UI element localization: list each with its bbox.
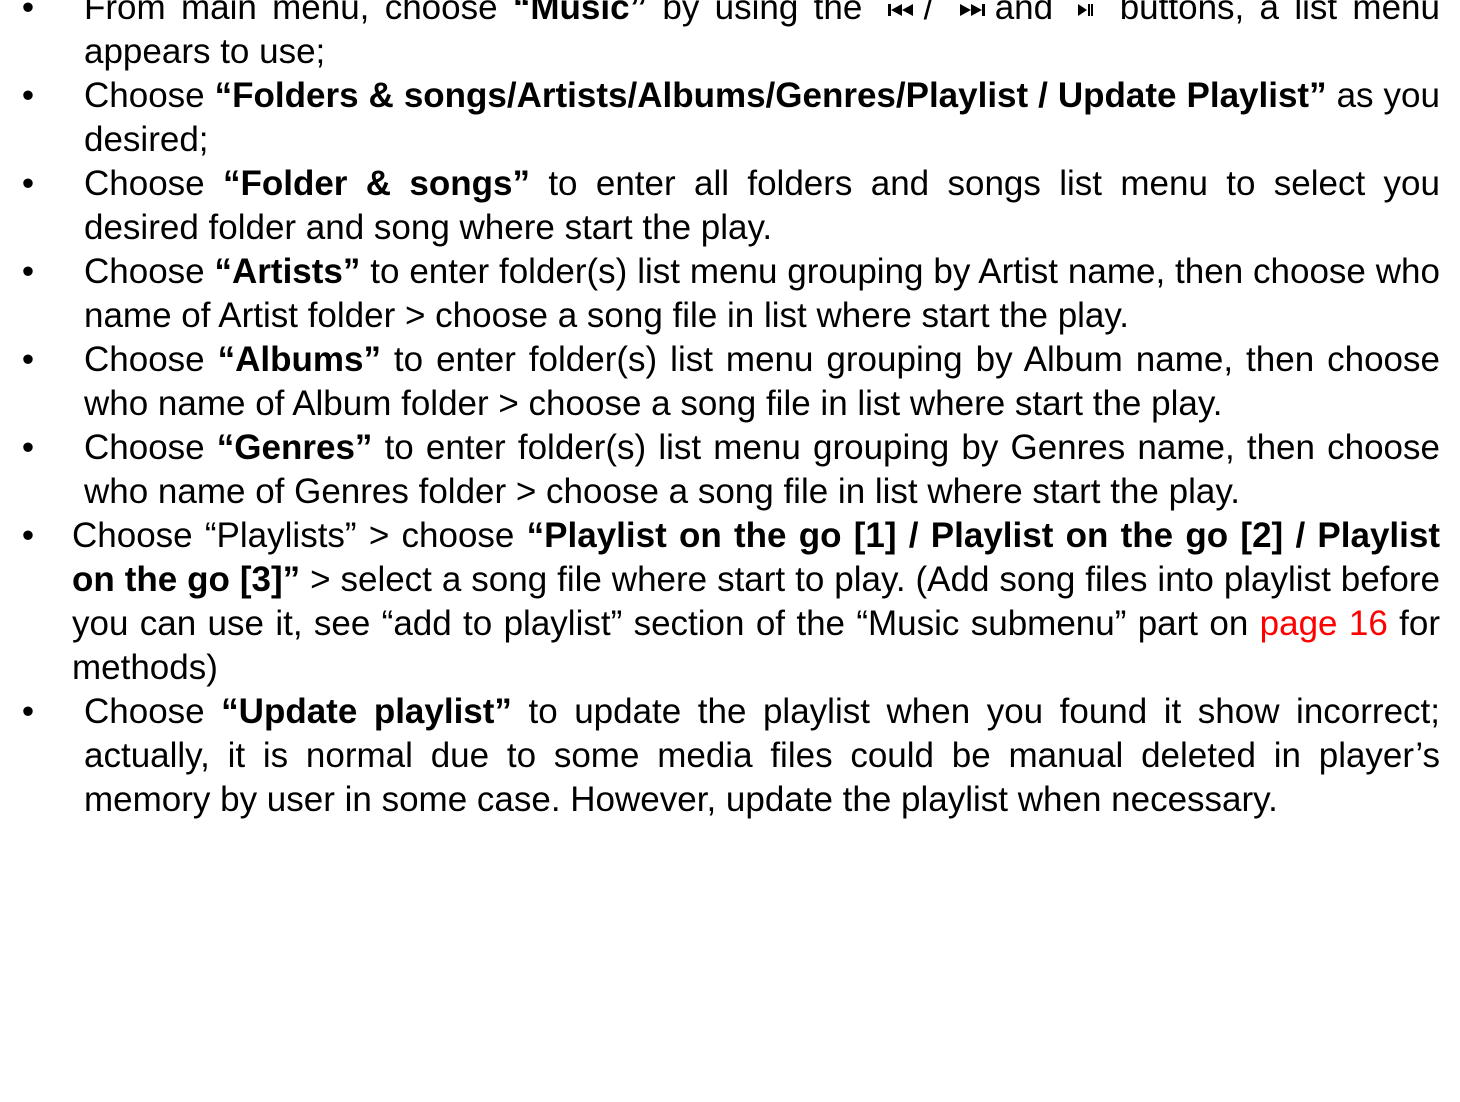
item-bold-text: “Update playlist” xyxy=(221,692,512,731)
list-item-update-playlist: • Choose “Update playlist” to update the… xyxy=(0,690,1460,822)
list-item-folder-songs: • Choose “Folder & songs” to enter all f… xyxy=(0,162,1460,250)
skip-next-icon xyxy=(959,3,985,17)
bullet: • xyxy=(21,252,35,291)
item-text: by using the xyxy=(647,0,863,27)
list-item-genres: • Choose “Genres” to enter folder(s) lis… xyxy=(0,426,1460,514)
bullet: • xyxy=(21,516,35,555)
page-link[interactable]: page 16 xyxy=(1260,604,1388,643)
instruction-list: • From main menu, choose “Music” by usin… xyxy=(0,0,1460,822)
list-item-albums: • Choose “Albums” to enter folder(s) lis… xyxy=(0,338,1460,426)
bullet: • xyxy=(21,164,35,203)
bullet: • xyxy=(21,692,35,731)
bullet: • xyxy=(21,428,35,467)
item-text: Choose xyxy=(84,340,218,379)
item-bold-text: “Artists” xyxy=(214,252,361,291)
bullet: • xyxy=(21,340,35,379)
item-bold-text: “Music” xyxy=(512,0,648,27)
item-bold-text: “Genres” xyxy=(216,428,373,467)
item-text: From main menu, choose xyxy=(84,0,513,27)
item-text: Choose xyxy=(84,252,215,291)
item-text: Choose xyxy=(84,428,217,467)
item-text: Choose “Playlists” > choose xyxy=(72,516,527,555)
bullet: • xyxy=(21,76,35,115)
item-text: Choose xyxy=(84,76,215,115)
item-text: Choose xyxy=(84,692,222,731)
item-text: and xyxy=(994,0,1054,27)
item-bold-text: “Albums” xyxy=(217,340,381,379)
manual-page: • From main menu, choose “Music” by usin… xyxy=(0,0,1460,822)
bullet: • xyxy=(21,0,35,27)
item-text: Choose xyxy=(84,164,223,203)
play-pause-icon xyxy=(1078,2,1094,18)
list-item-artists: • Choose “Artists” to enter folder(s) li… xyxy=(0,250,1460,338)
item-bold-text: “Folders & songs/Artists/Albums/Genres/P… xyxy=(214,76,1327,115)
separator-slash: / xyxy=(923,0,934,27)
list-item-playlists: • Choose “Playlists” > choose “Playlist … xyxy=(0,514,1460,690)
list-item-main-menu: • From main menu, choose “Music” by usin… xyxy=(0,0,1460,74)
skip-previous-icon xyxy=(887,3,914,17)
item-bold-text: “Folder & songs” xyxy=(222,164,530,203)
list-item-choose-category: • Choose “Folders & songs/Artists/Albums… xyxy=(0,74,1460,162)
